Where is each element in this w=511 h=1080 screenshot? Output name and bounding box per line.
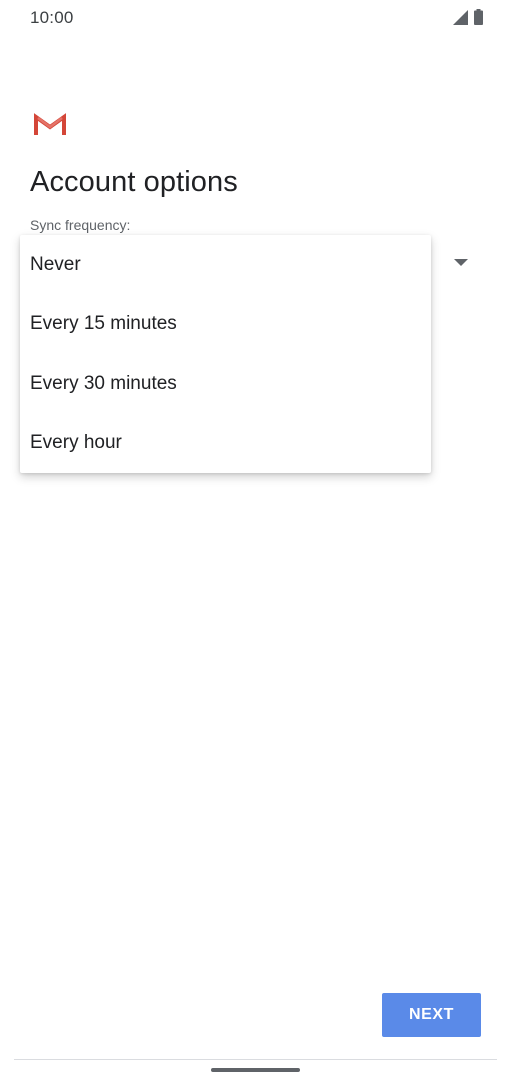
gmail-icon [34, 113, 66, 135]
dropdown-option-never[interactable]: Never [20, 235, 431, 295]
dropdown-arrow-icon[interactable] [454, 259, 468, 267]
dropdown-option-every-hour[interactable]: Every hour [20, 414, 431, 474]
gesture-nav-handle[interactable] [211, 1068, 300, 1072]
status-icons [453, 9, 483, 25]
status-time: 10:00 [30, 8, 74, 27]
sync-frequency-label: Sync frequency: [30, 217, 131, 233]
status-bar: 10:00 [0, 0, 511, 38]
dropdown-option-every-30-minutes[interactable]: Every 30 minutes [20, 354, 431, 414]
cellular-signal-icon [453, 9, 468, 25]
next-button[interactable]: NEXT [382, 993, 481, 1037]
sync-frequency-dropdown-menu: Never Every 15 minutes Every 30 minutes … [20, 235, 431, 473]
bottom-divider [14, 1059, 497, 1060]
battery-icon [474, 9, 483, 25]
dropdown-option-every-15-minutes[interactable]: Every 15 minutes [20, 295, 431, 355]
page-title: Account options [30, 166, 238, 198]
